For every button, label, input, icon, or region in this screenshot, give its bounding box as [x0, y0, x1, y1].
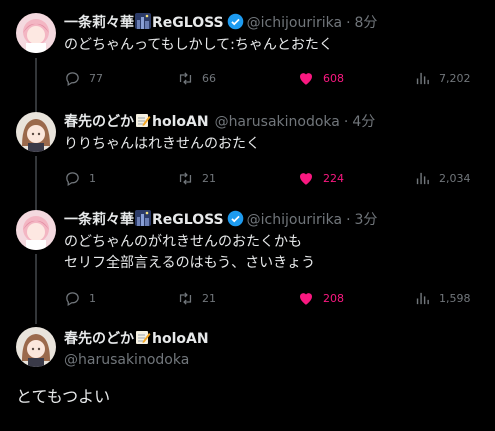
retweet-count: 66 — [202, 71, 216, 85]
verified-icon — [227, 210, 244, 232]
reply-button[interactable]: 77 — [64, 68, 103, 88]
avatar[interactable] — [16, 327, 56, 367]
reply-count: 1 — [89, 291, 96, 305]
views-count: 1,598 — [439, 291, 471, 305]
tweet-actions: 77 66 608 7,202 — [64, 68, 475, 88]
like-count: 608 — [323, 71, 344, 85]
pencil-memo-emoji — [135, 112, 151, 133]
avatar-image — [16, 112, 56, 152]
avatar-image — [16, 327, 56, 367]
tweet[interactable]: 一条莉々華 ReGLOSS @ichijouririka · 8分 のどちゃんってもしか… — [0, 0, 495, 110]
handle[interactable]: @harusakinodoka — [215, 114, 340, 130]
avatar-image — [16, 210, 56, 250]
retweet-count: 21 — [202, 171, 216, 185]
retweet-icon — [179, 171, 192, 185]
like-button[interactable]: 224 — [297, 168, 344, 188]
views-button[interactable]: 2,034 — [414, 168, 471, 188]
separator: · — [346, 212, 351, 228]
reply-icon — [66, 171, 79, 186]
display-name-suffix[interactable]: ReGLOSS — [152, 15, 224, 31]
reply-icon — [66, 71, 79, 86]
night-city-emoji — [135, 13, 151, 34]
display-name[interactable]: 一条莉々華 — [64, 212, 134, 228]
avatar[interactable] — [16, 210, 56, 250]
views-icon — [416, 292, 429, 304]
avatar[interactable] — [16, 112, 56, 152]
timestamp[interactable]: 3分 — [355, 212, 378, 228]
reply-button[interactable]: 1 — [64, 288, 96, 308]
display-name[interactable]: 春先のどか — [64, 331, 134, 347]
like-button[interactable]: 608 — [297, 68, 344, 88]
views-icon — [416, 172, 429, 184]
tweet-text: りりちゃんはれきせんのおたく — [64, 136, 260, 152]
retweet-button[interactable]: 66 — [177, 68, 216, 88]
verified-icon — [227, 13, 244, 35]
like-count: 224 — [323, 171, 344, 185]
tweet-text: のどちゃんのがれきせんのおたくかも セリフ全部言えるのはもう、さいきょう — [64, 232, 315, 274]
views-count: 2,034 — [439, 171, 471, 185]
heart-icon — [300, 73, 312, 85]
tweet-text-line: のどちゃんのがれきせんのおたくかも — [64, 234, 302, 250]
heart-icon — [300, 293, 312, 305]
display-name[interactable]: 一条莉々華 — [64, 15, 134, 31]
separator: · — [346, 15, 351, 31]
tweet-text-line: セリフ全部言えるのはもう、さいきょう — [64, 255, 316, 271]
display-name-suffix[interactable]: holoAN — [152, 331, 209, 347]
retweet-button[interactable]: 21 — [177, 168, 216, 188]
timestamp[interactable]: 4分 — [352, 114, 375, 130]
main-tweet[interactable]: 春先のどか holoAN @harusakinodoka とてもつよい — [0, 324, 495, 431]
handle[interactable]: @ichijouririka — [247, 212, 342, 228]
display-name-suffix[interactable]: holoAN — [152, 114, 209, 130]
views-button[interactable]: 7,202 — [414, 68, 471, 88]
reply-count: 1 — [89, 171, 96, 185]
night-city-emoji — [135, 210, 151, 231]
retweet-icon — [179, 291, 192, 305]
main-tweet-text: とてもつよい — [16, 387, 111, 406]
display-name[interactable]: 春先のどか — [64, 114, 134, 130]
avatar-image — [16, 13, 56, 53]
reply-count: 77 — [89, 71, 103, 85]
like-count: 208 — [323, 291, 344, 305]
retweet-button[interactable]: 21 — [177, 288, 216, 308]
tweet-actions: 1 21 208 1,598 — [64, 288, 475, 308]
views-count: 7,202 — [439, 71, 471, 85]
like-button[interactable]: 208 — [297, 288, 344, 308]
display-name-suffix[interactable]: ReGLOSS — [152, 212, 224, 228]
retweet-icon — [179, 71, 192, 85]
heart-icon — [300, 173, 312, 185]
views-button[interactable]: 1,598 — [414, 288, 471, 308]
timestamp[interactable]: 8分 — [355, 15, 378, 31]
separator: · — [343, 114, 349, 130]
views-icon — [416, 72, 429, 84]
avatar[interactable] — [16, 13, 56, 53]
pencil-memo-emoji — [135, 329, 151, 350]
reply-button[interactable]: 1 — [64, 168, 96, 188]
tweet[interactable]: 春先のどか holoAN @harusakinodoka · 4分 りりちゃんはれきせん… — [0, 110, 495, 208]
tweet-text: のどちゃんってもしかして:ちゃんとおたく — [64, 37, 333, 53]
handle[interactable]: @ichijouririka — [247, 15, 342, 31]
tweet[interactable]: 一条莉々華 ReGLOSS @ichijouririka · 3分 のどちゃんのがれきせ… — [0, 208, 495, 324]
handle[interactable]: @harusakinodoka — [64, 352, 189, 368]
retweet-count: 21 — [202, 291, 216, 305]
reply-icon — [66, 291, 79, 306]
tweet-actions: 1 21 224 2,034 — [64, 168, 475, 188]
